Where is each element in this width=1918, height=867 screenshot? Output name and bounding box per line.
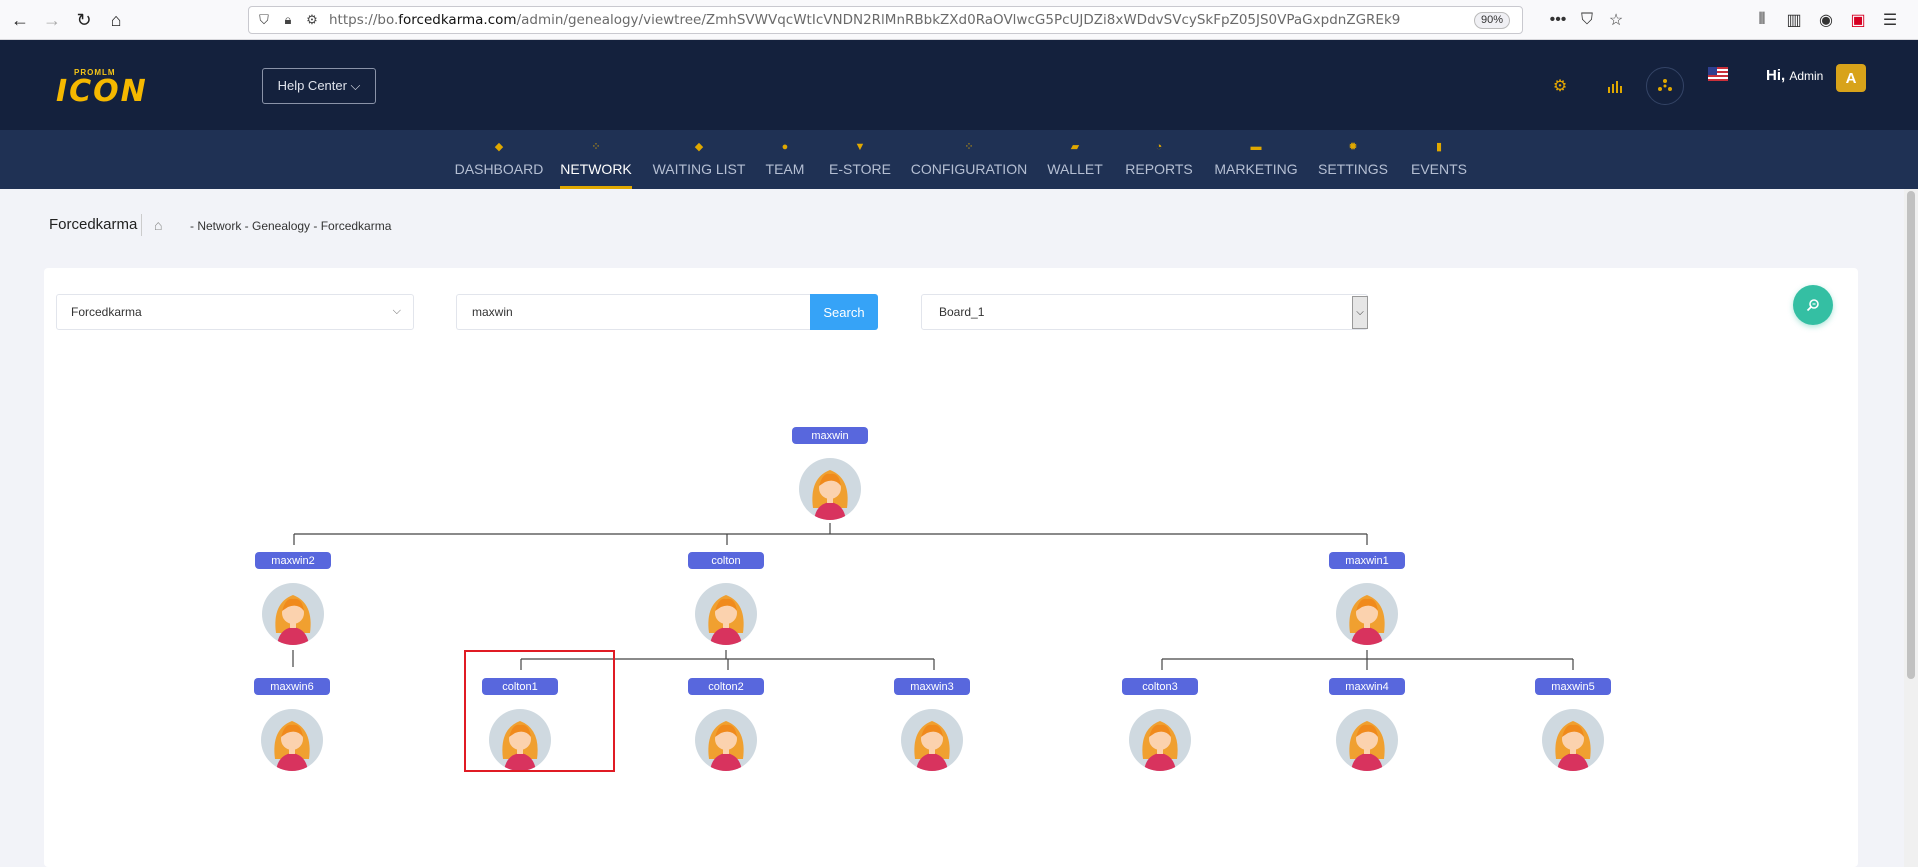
- selection-highlight: [464, 650, 615, 772]
- logo[interactable]: PROMLM ICON: [56, 68, 176, 109]
- nav-dashboard[interactable]: ◆ DASHBOARD: [455, 130, 544, 189]
- nav-marketing[interactable]: ▬ MARKETING: [1214, 130, 1297, 189]
- search-input[interactable]: maxwin: [456, 294, 810, 330]
- tree-node-colton2[interactable]: colton2: [686, 678, 766, 788]
- gear-icon: ✹: [1348, 141, 1358, 153]
- tree-node-maxwin2[interactable]: maxwin2: [253, 552, 333, 662]
- basket-icon: ▼: [854, 141, 866, 153]
- sidebar-icon[interactable]: ▥: [1784, 10, 1804, 30]
- nav-settings[interactable]: ✹ SETTINGS: [1318, 130, 1388, 189]
- network-icon[interactable]: [1646, 67, 1684, 105]
- tree-node-colton3[interactable]: colton3: [1120, 678, 1200, 788]
- tree-node-maxwin3[interactable]: maxwin3: [892, 678, 972, 788]
- home-icon[interactable]: ⌂: [104, 8, 128, 32]
- bar-chart-icon[interactable]: [1596, 67, 1634, 105]
- tree-node-maxwin[interactable]: maxwin: [790, 427, 870, 537]
- zoom-icon[interactable]: [1793, 285, 1833, 325]
- avatar[interactable]: [261, 709, 323, 771]
- briefcase-icon: ▬: [1250, 141, 1262, 153]
- network-icon: ⁘: [591, 141, 601, 153]
- url-text[interactable]: https://bo.forcedkarma.com/admin/genealo…: [329, 12, 1400, 28]
- browser-toolbar: ← → ↻ ⌂ ⛉ 🔒︎ ⚙ https://bo.forcedkarma.co…: [0, 0, 1918, 40]
- round-select[interactable]: Board_1 ⌵: [921, 294, 1368, 330]
- tree-node-maxwin5[interactable]: maxwin5: [1533, 678, 1613, 788]
- nav-configuration[interactable]: ⁘ CONFIGURATION: [911, 130, 1027, 189]
- address-bar[interactable]: ⛉ 🔒︎ ⚙ https://bo.forcedkarma.com/admin/…: [248, 6, 1523, 34]
- shield-icon[interactable]: ⛉: [255, 11, 273, 29]
- scrollbar-thumb[interactable]: [1907, 191, 1915, 679]
- team-icon: ●: [781, 141, 789, 153]
- wallet-icon: ▰: [1070, 141, 1080, 153]
- avatar[interactable]: [1336, 583, 1398, 645]
- avatar[interactable]: [901, 709, 963, 771]
- tree-node-maxwin4[interactable]: maxwin4: [1327, 678, 1407, 788]
- board-select[interactable]: Forcedkarma ⌵: [56, 294, 414, 330]
- scrollbar[interactable]: [1904, 189, 1918, 867]
- us-flag-icon[interactable]: [1708, 67, 1728, 81]
- nav-team[interactable]: ● TEAM: [765, 130, 805, 189]
- help-center-button[interactable]: Help Center ⌵: [262, 68, 376, 104]
- library-icon[interactable]: ⫴: [1752, 10, 1772, 30]
- page-title: Forcedkarma: [49, 216, 138, 233]
- document-icon: ▮: [1435, 141, 1443, 153]
- avatar[interactable]: [799, 458, 861, 520]
- nav-wallet[interactable]: ▰ WALLET: [1047, 130, 1103, 189]
- avatar[interactable]: [695, 709, 757, 771]
- nav-network[interactable]: ⁘ NETWORK: [560, 130, 632, 189]
- pocket-icon[interactable]: ⛉: [1577, 10, 1597, 30]
- avatar[interactable]: [1336, 709, 1398, 771]
- zoom-level[interactable]: 90%: [1473, 12, 1510, 29]
- diamond-icon: ◆: [694, 141, 704, 153]
- config-icon: ⁘: [964, 141, 974, 153]
- tree-node-colton[interactable]: colton: [686, 552, 766, 662]
- tree-node-maxwin6[interactable]: maxwin6: [252, 678, 332, 788]
- avatar[interactable]: [695, 583, 757, 645]
- nav-waiting-list[interactable]: ◆ WAITING LIST: [653, 130, 746, 189]
- extension-icon[interactable]: ▣: [1848, 10, 1868, 30]
- lock-icon[interactable]: 🔒︎: [279, 11, 297, 29]
- permissions-icon[interactable]: ⚙: [303, 11, 321, 29]
- avatar[interactable]: [1129, 709, 1191, 771]
- account-icon[interactable]: ◉: [1816, 10, 1836, 30]
- app-header: PROMLM ICON Help Center ⌵ ⚙ Hi, Admin A: [0, 40, 1918, 130]
- main-nav: ◆ DASHBOARD ⁘ NETWORK ◆ WAITING LIST ● TEAM …: [0, 130, 1918, 189]
- reload-icon[interactable]: ↻: [72, 8, 96, 32]
- dropdown-arrow-icon[interactable]: ⌵: [1352, 296, 1368, 329]
- avatar[interactable]: [1542, 709, 1604, 771]
- menu-icon[interactable]: ☰: [1880, 10, 1900, 30]
- nav-events[interactable]: ▮ EVENTS: [1411, 130, 1467, 189]
- bookmark-star-icon[interactable]: ☆: [1606, 10, 1626, 30]
- breadcrumb[interactable]: - Network - Genealogy - Forcedkarma: [190, 219, 391, 233]
- forward-icon[interactable]: →: [40, 8, 64, 32]
- more-icon[interactable]: •••: [1548, 10, 1568, 30]
- chevron-down-icon: ⌵: [392, 305, 401, 317]
- nav-e-store[interactable]: ▼ E-STORE: [829, 130, 891, 189]
- divider: [141, 214, 142, 236]
- diamond-icon: ◆: [494, 141, 504, 153]
- nav-reports[interactable]: ◔ REPORTS: [1125, 130, 1192, 189]
- back-icon[interactable]: ←: [8, 8, 32, 32]
- home-icon[interactable]: ⌂: [154, 217, 170, 233]
- pie-icon: ◔: [1155, 141, 1163, 153]
- greeting: Hi, Admin: [1766, 67, 1824, 84]
- gear-icon[interactable]: ⚙: [1541, 67, 1579, 105]
- avatar[interactable]: [262, 583, 324, 645]
- user-avatar[interactable]: A: [1836, 64, 1866, 92]
- search-button[interactable]: Search: [810, 294, 878, 330]
- tree-node-maxwin1[interactable]: maxwin1: [1327, 552, 1407, 662]
